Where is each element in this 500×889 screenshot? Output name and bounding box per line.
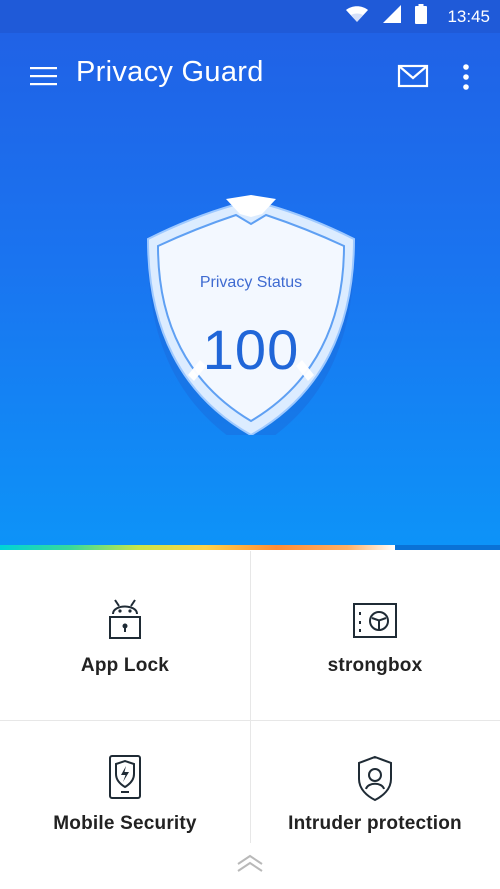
status-time: 13:45	[447, 6, 490, 26]
more-vertical-icon	[463, 64, 469, 90]
privacy-progress-fill	[0, 545, 395, 550]
menu-button[interactable]	[30, 64, 60, 88]
hamburger-menu-icon	[30, 67, 57, 86]
intruder-protection-label: Intruder protection	[288, 813, 462, 834]
privacy-status-label: Privacy Status	[199, 274, 303, 291]
strongbox-tile[interactable]: strongbox	[250, 591, 500, 741]
cellular-signal-icon	[383, 5, 402, 28]
phone-shield-icon	[100, 754, 150, 804]
status-icons: 13:45	[345, 0, 490, 33]
mobile-security-label: Mobile Security	[53, 813, 197, 834]
mobile-security-tile[interactable]: Mobile Security	[0, 749, 250, 843]
screen: 13:45 Privacy Guard Privacy Status 100 A…	[0, 0, 500, 889]
strongbox-label: strongbox	[327, 655, 423, 676]
privacy-shield: Privacy Status 100	[138, 195, 364, 451]
intruder-protection-tile[interactable]: Intruder protection	[250, 749, 500, 843]
safe-icon	[350, 595, 400, 645]
privacy-score: 100	[202, 318, 300, 381]
app-lock-tile[interactable]: App Lock	[0, 591, 250, 741]
privacy-status-panel: Privacy Guard Privacy Status 100	[0, 33, 500, 545]
privacy-progress-bar	[0, 545, 500, 550]
wifi-icon	[345, 5, 369, 28]
chevron-up-double-icon	[237, 854, 263, 872]
mail-icon	[397, 64, 429, 88]
battery-icon	[415, 4, 428, 29]
shield-icon	[146, 195, 356, 451]
status-bar: 13:45	[0, 0, 500, 33]
app-bar: Privacy Guard	[0, 33, 500, 119]
android-lock-icon	[100, 595, 150, 645]
app-title: Privacy Guard	[76, 56, 264, 88]
expand-features-button[interactable]	[232, 852, 268, 876]
feature-grid: App Lock strongbox Mobile Security Intru…	[0, 551, 500, 843]
app-lock-label: App Lock	[80, 655, 170, 676]
messages-button[interactable]	[397, 63, 431, 89]
more-options-button[interactable]	[456, 61, 476, 93]
shield-person-icon	[350, 754, 400, 804]
